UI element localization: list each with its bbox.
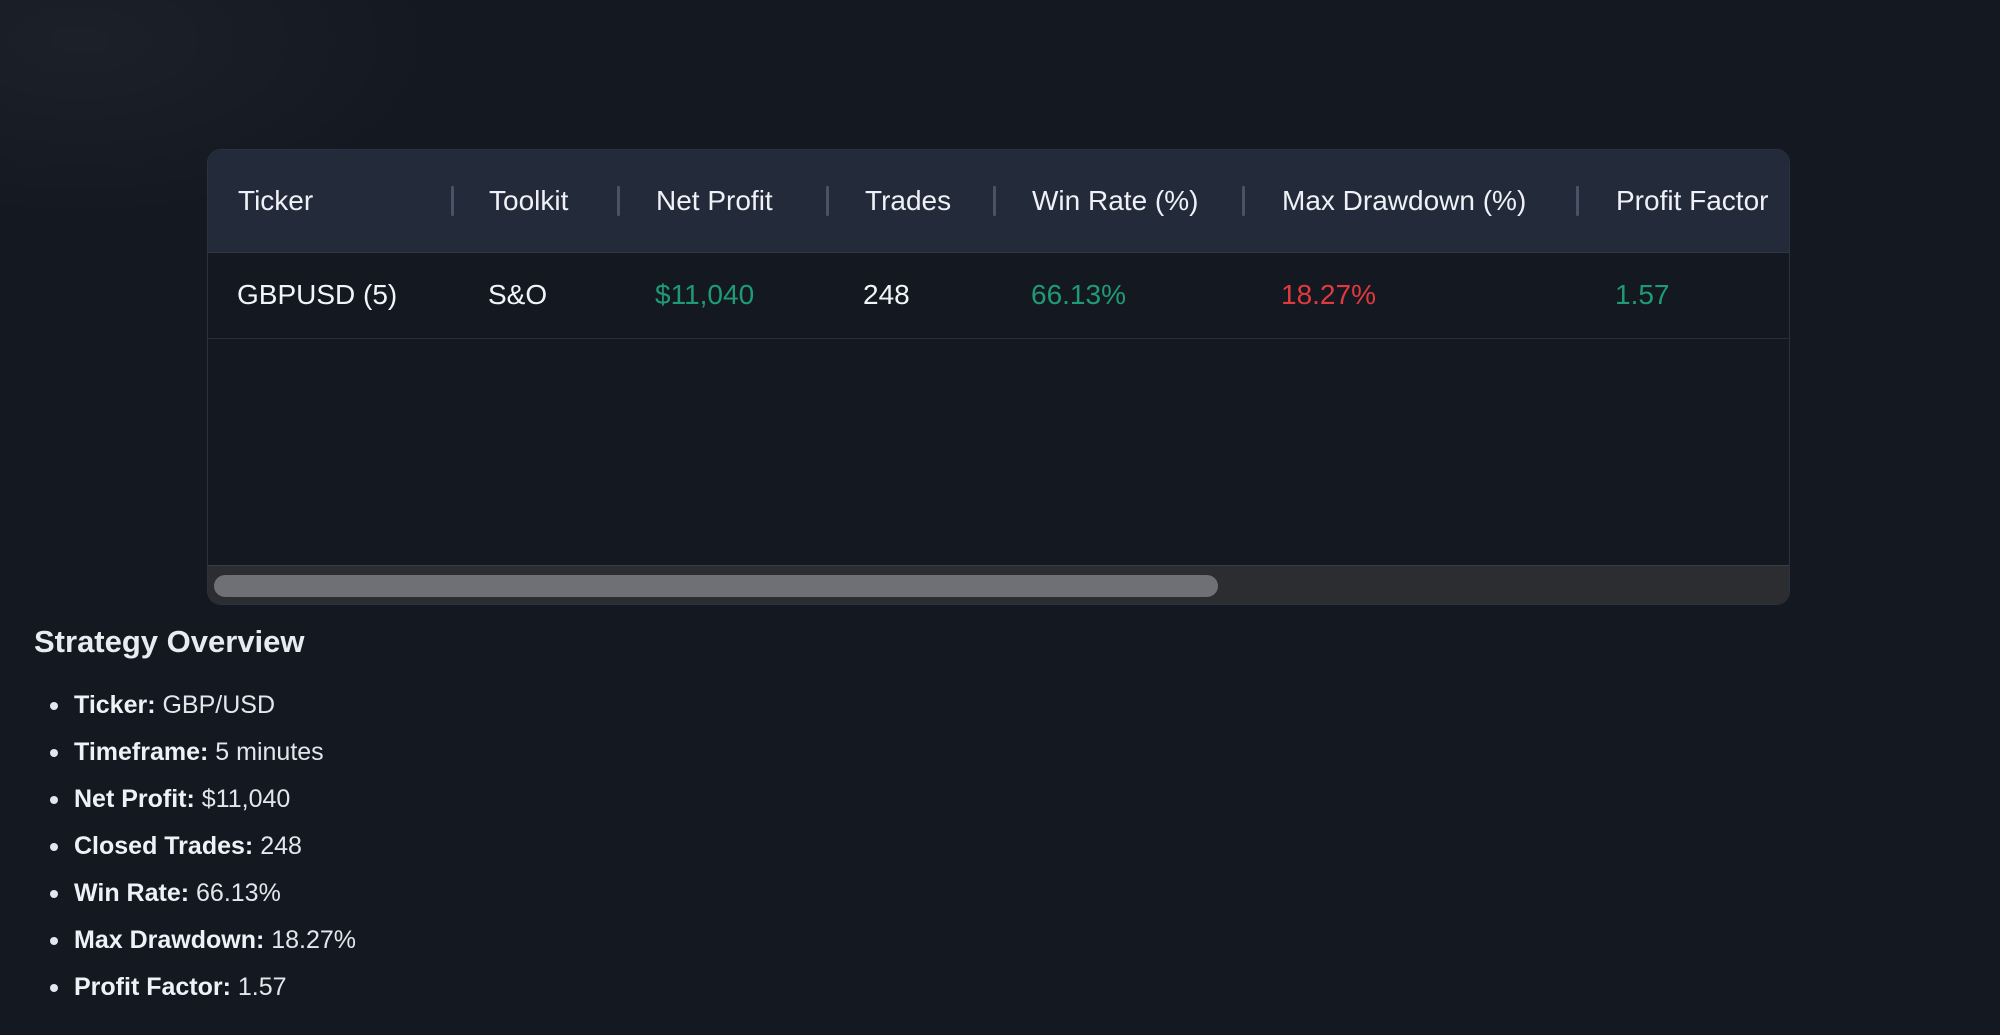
cell-net-profit: $11,040 [655,279,755,310]
cell-trades: 248 [863,279,910,310]
cell-max-drawdown: 18.27% [1281,279,1376,310]
item-label: Closed Trades: [74,832,254,860]
item-value: 18.27% [271,926,357,954]
item-label: Net Profit: [74,785,195,813]
item-label: Ticker: [74,691,156,719]
column-header-trades[interactable]: Trades [865,150,951,252]
column-header-profit-factor[interactable]: Profit Factor [1616,150,1768,252]
column-header-net-profit[interactable]: Net Profit [656,150,773,252]
item-label: Win Rate: [74,879,190,907]
table-header-row: Ticker Toolkit Net Profit Trades Win Rat… [208,150,1789,253]
bullet-icon [50,984,58,992]
list-item: Net Profit: $11,040 [50,776,356,823]
item-label: Max Drawdown: [74,926,265,954]
cell-win-rate: 66.13% [1031,279,1126,310]
item-value: 66.13% [196,879,281,907]
column-header-win-rate[interactable]: Win Rate (%) [1032,150,1198,252]
item-label: Profit Factor: [74,973,231,1001]
bullet-icon [50,937,58,945]
bullet-icon [50,749,58,757]
bullet-icon [50,843,58,851]
column-header-toolkit[interactable]: Toolkit [489,150,568,252]
list-item: Max Drawdown: 18.27% [50,917,357,964]
horizontal-scrollbar[interactable] [208,565,1789,604]
scrollbar-thumb[interactable] [214,575,1218,597]
column-resize-handle[interactable] [826,186,829,216]
table-row[interactable]: GBPUSD (5) S&O $11,040 248 66.13% 18.27%… [208,252,1789,339]
list-item: Win Rate: 66.13% [50,870,356,917]
list-item: Timeframe: 5 minutes [50,729,356,776]
strategy-overview-heading: Strategy Overview [34,624,305,659]
strategy-overview-list: Ticker: GBP/USD Timeframe: 5 minutes Net… [50,682,357,1011]
cell-toolkit: S&O [488,279,548,310]
item-value: 1.57 [237,973,287,1001]
column-resize-handle[interactable] [617,186,620,216]
list-item: Closed Trades: 248 [50,823,356,870]
column-resize-handle[interactable] [993,186,996,216]
results-table: Ticker Toolkit Net Profit Trades Win Rat… [207,149,1790,605]
cell-ticker: GBPUSD (5) [237,279,398,310]
list-item: Profit Factor: 1.57 [50,964,356,1011]
cell-profit-factor: 1.57 [1615,279,1670,310]
column-resize-handle[interactable] [451,186,454,216]
column-header-ticker[interactable]: Ticker [238,150,313,252]
column-header-max-drawdown[interactable]: Max Drawdown (%) [1282,150,1526,252]
list-item: Ticker: GBP/USD [50,682,356,729]
item-value: $11,040 [201,785,291,813]
item-value: GBP/USD [162,691,276,719]
column-resize-handle[interactable] [1576,186,1579,216]
bullet-icon [50,702,58,710]
item-label: Timeframe: [74,738,209,766]
item-value: 5 minutes [215,738,324,766]
item-value: 248 [260,832,302,860]
column-resize-handle[interactable] [1242,186,1245,216]
bullet-icon [50,890,58,898]
bullet-icon [50,796,58,804]
